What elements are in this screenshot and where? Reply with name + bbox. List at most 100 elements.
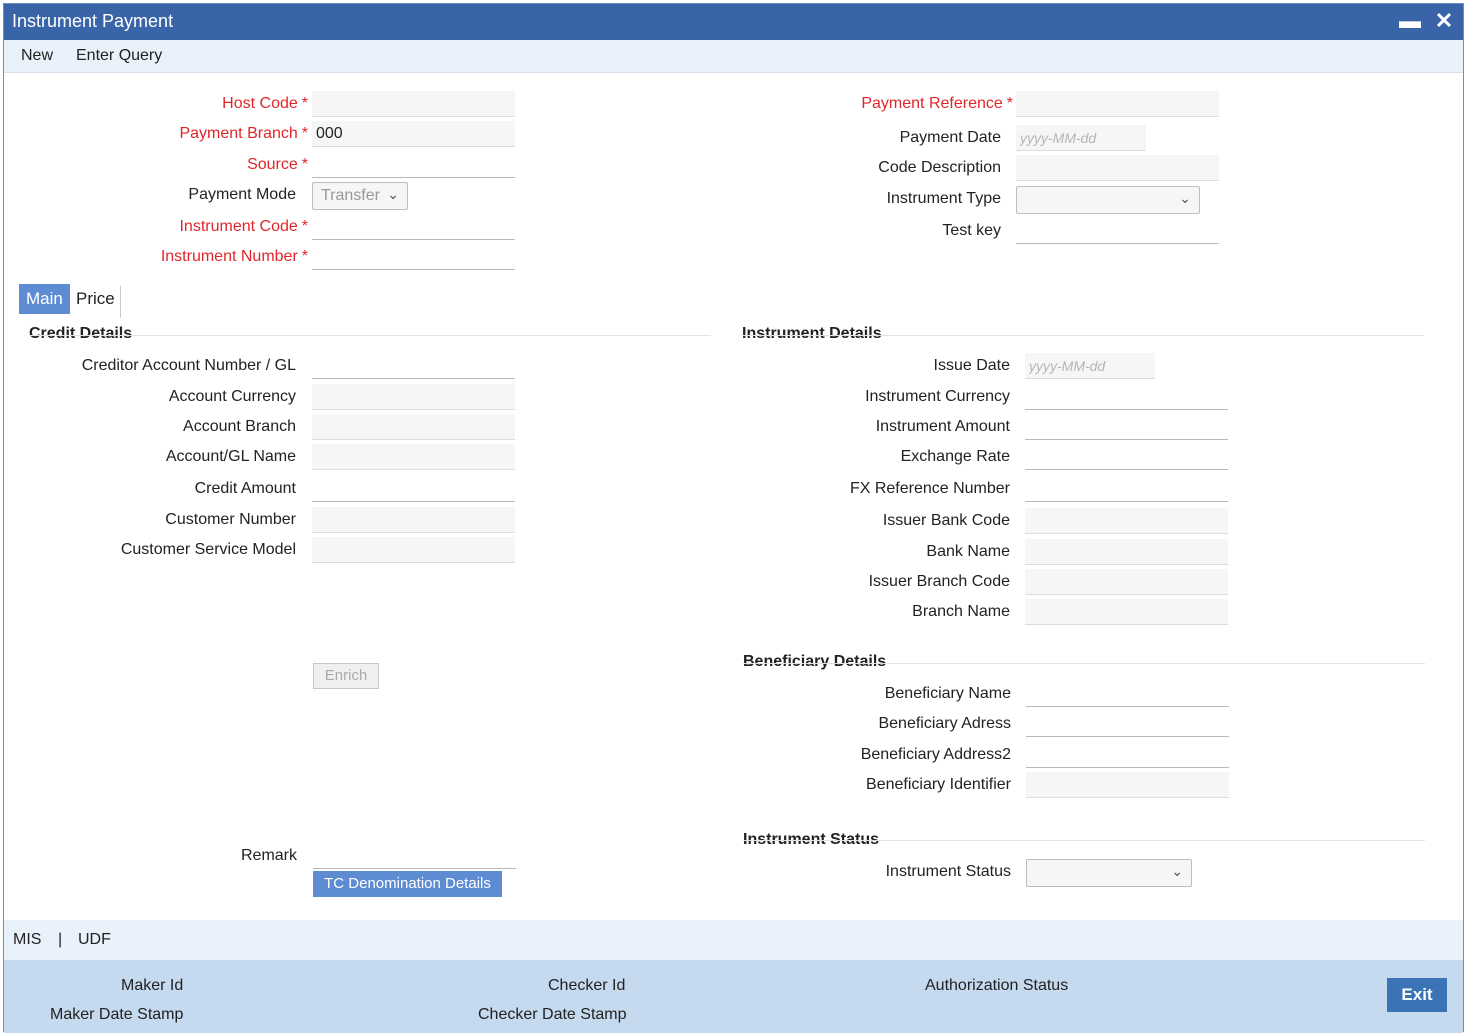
remark-field[interactable] (313, 843, 516, 869)
chevron-down-icon: ⌄ (1171, 863, 1183, 879)
payment-date-label: Payment Date (899, 129, 1001, 146)
account-currency-label: Account Currency (168, 388, 296, 405)
beneficiary-address2-label: Beneficiary Address2 (860, 746, 1011, 763)
menu-bar: New Enter Query (4, 40, 1463, 73)
instrument-status-label: Instrument Status (885, 863, 1011, 880)
beneficiary-details-heading: Beneficiary Details (743, 653, 887, 670)
exchange-rate-field[interactable] (1025, 444, 1228, 470)
audit-footer: Maker Id Maker Date Stamp Checker Id Che… (4, 960, 1463, 1033)
creditor-account-field[interactable] (312, 353, 515, 379)
beneficiary-address-field[interactable] (1026, 711, 1229, 737)
issue-date-field[interactable] (1025, 353, 1155, 379)
close-icon[interactable]: ✕ (1431, 8, 1457, 34)
remark-label: Remark (240, 847, 297, 864)
tab-price[interactable]: Price (69, 284, 122, 314)
bank-name-label: Bank Name (926, 543, 1010, 560)
instrument-type-select[interactable]: ⌄ (1016, 186, 1200, 214)
minimize-icon[interactable]: ▬ (1397, 8, 1423, 34)
customer-service-model-field[interactable] (312, 537, 515, 563)
instrument-status-select[interactable]: ⌄ (1026, 859, 1192, 887)
instrument-number-field[interactable] (312, 244, 515, 270)
menu-new[interactable]: New (21, 47, 53, 65)
account-branch-field[interactable] (312, 414, 515, 440)
code-description-field[interactable] (1016, 155, 1219, 181)
menu-enter-query[interactable]: Enter Query (76, 47, 162, 65)
host-code-field[interactable] (312, 91, 515, 117)
bank-name-field[interactable] (1025, 539, 1228, 565)
branch-name-field[interactable] (1025, 599, 1228, 625)
divider (743, 663, 1425, 664)
test-key-field[interactable] (1016, 218, 1219, 244)
issuer-branch-code-label: Issuer Branch Code (868, 573, 1010, 590)
payment-mode-label: Payment Mode (188, 186, 296, 203)
source-label: Source * (247, 156, 308, 173)
issue-date-label: Issue Date (933, 357, 1010, 374)
instrument-amount-label: Instrument Amount (875, 418, 1010, 435)
link-separator: | (58, 931, 63, 948)
exit-button[interactable]: Exit (1387, 978, 1447, 1012)
customer-number-field[interactable] (312, 507, 515, 533)
beneficiary-name-label: Beneficiary Name (884, 685, 1011, 702)
beneficiary-address-label: Beneficiary Adress (878, 715, 1011, 732)
instrument-number-label: Instrument Number * (160, 248, 308, 265)
udf-link[interactable]: UDF (78, 931, 111, 949)
beneficiary-identifier-field[interactable] (1026, 772, 1229, 798)
credit-amount-field[interactable] (312, 476, 515, 502)
divider (743, 840, 1425, 841)
maker-id-label: Maker Id (121, 977, 184, 994)
instrument-code-field[interactable] (312, 214, 515, 240)
test-key-label: Test key (942, 222, 1001, 239)
maker-date-stamp-label: Maker Date Stamp (50, 1006, 184, 1023)
instrument-type-label: Instrument Type (886, 190, 1001, 207)
instrument-code-label: Instrument Code * (179, 218, 308, 235)
branch-name-label: Branch Name (912, 603, 1010, 620)
issuer-bank-code-field[interactable] (1025, 508, 1228, 534)
authorization-status-label: Authorization Status (925, 977, 1069, 994)
instrument-currency-field[interactable] (1025, 384, 1228, 410)
issuer-branch-code-field[interactable] (1025, 569, 1228, 595)
title-bar: Instrument Payment ▬ ✕ (4, 4, 1463, 40)
instrument-amount-field[interactable] (1025, 414, 1228, 440)
mis-link[interactable]: MIS (13, 931, 41, 949)
fx-reference-number-field[interactable] (1025, 476, 1228, 502)
host-code-label: Host Code * (222, 95, 308, 112)
code-description-label: Code Description (878, 159, 1001, 176)
bottom-link-bar: MIS | UDF (4, 920, 1463, 960)
instrument-currency-label: Instrument Currency (865, 388, 1010, 405)
beneficiary-address2-field[interactable] (1026, 742, 1229, 768)
payment-reference-field[interactable] (1016, 91, 1219, 117)
payment-date-field[interactable] (1016, 125, 1146, 151)
customer-number-label: Customer Number (165, 511, 296, 528)
account-currency-field[interactable] (312, 384, 515, 410)
exchange-rate-label: Exchange Rate (900, 448, 1010, 465)
checker-date-stamp-label: Checker Date Stamp (478, 1006, 627, 1023)
beneficiary-name-field[interactable] (1026, 681, 1229, 707)
customer-service-model-label: Customer Service Model (120, 541, 296, 558)
credit-amount-label: Credit Amount (194, 480, 296, 497)
instrument-payment-window: Instrument Payment ▬ ✕ New Enter Query H… (3, 3, 1464, 1033)
chevron-down-icon: ⌄ (1179, 190, 1191, 206)
beneficiary-identifier-label: Beneficiary Identifier (866, 776, 1011, 793)
payment-mode-select[interactable]: Transfer ⌄ (312, 182, 408, 210)
payment-branch-label: Payment Branch * (179, 125, 308, 142)
account-gl-name-label: Account/GL Name (165, 448, 296, 465)
payment-branch-field[interactable] (312, 121, 515, 147)
window-title: Instrument Payment (12, 11, 174, 31)
payment-mode-value: Transfer (321, 187, 380, 204)
divider (29, 335, 711, 336)
checker-id-label: Checker Id (548, 977, 626, 994)
creditor-account-label: Creditor Account Number / GL (81, 357, 296, 374)
credit-details-heading: Credit Details (29, 325, 133, 342)
issuer-bank-code-label: Issuer Bank Code (882, 512, 1010, 529)
account-gl-name-field[interactable] (312, 444, 515, 470)
fx-reference-number-label: FX Reference Number (849, 480, 1010, 497)
payment-reference-label: Payment Reference * (861, 95, 1013, 112)
divider (742, 335, 1424, 336)
tc-denomination-details-button[interactable]: TC Denomination Details (313, 871, 502, 897)
account-branch-label: Account Branch (183, 418, 296, 435)
instrument-details-heading: Instrument Details (742, 325, 882, 342)
enrich-button[interactable]: Enrich (313, 663, 379, 689)
chevron-down-icon: ⌄ (387, 186, 399, 202)
source-field[interactable] (312, 152, 515, 178)
tab-main[interactable]: Main (19, 284, 70, 314)
